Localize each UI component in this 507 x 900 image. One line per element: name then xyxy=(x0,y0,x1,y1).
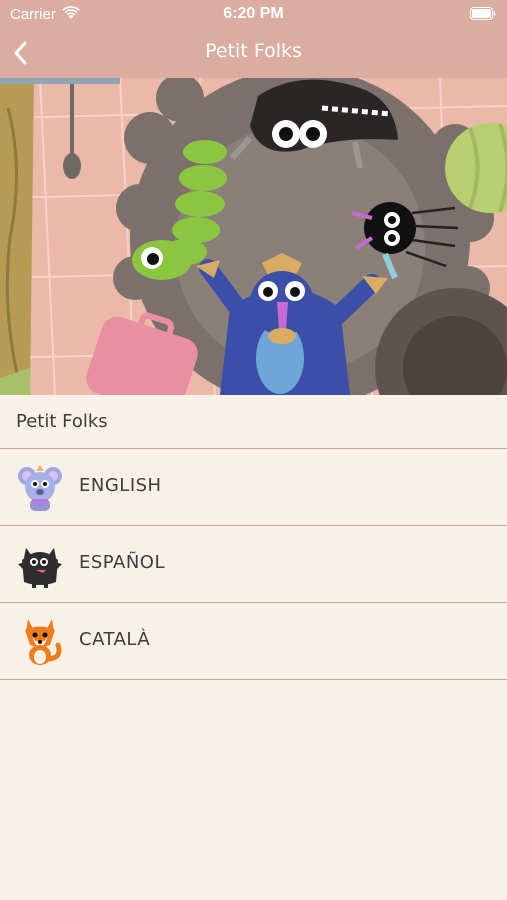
language-label-catala: CATALÀ xyxy=(79,629,151,650)
language-label-english: ENGLISH xyxy=(79,475,162,496)
status-bar: Carrier 6:20 PM xyxy=(0,0,507,28)
language-row-english[interactable]: ENGLISH xyxy=(0,449,507,526)
navigation-bar: Petit Folks xyxy=(0,28,507,78)
language-row-espanol[interactable]: ESPAÑOL xyxy=(0,526,507,603)
hero-illustration xyxy=(0,78,507,395)
battery-icon xyxy=(470,7,496,25)
wolf-character-icon xyxy=(16,538,64,590)
language-label-espanol: ESPAÑOL xyxy=(79,552,165,573)
koala-character-icon xyxy=(16,461,64,513)
section-header-label: Petit Folks xyxy=(16,411,108,432)
language-row-catala[interactable]: CATALÀ xyxy=(0,603,507,680)
page-title: Petit Folks xyxy=(205,40,302,62)
fox-character-icon xyxy=(16,615,64,667)
section-header: Petit Folks xyxy=(0,395,507,449)
clock: 6:20 PM xyxy=(223,5,284,22)
